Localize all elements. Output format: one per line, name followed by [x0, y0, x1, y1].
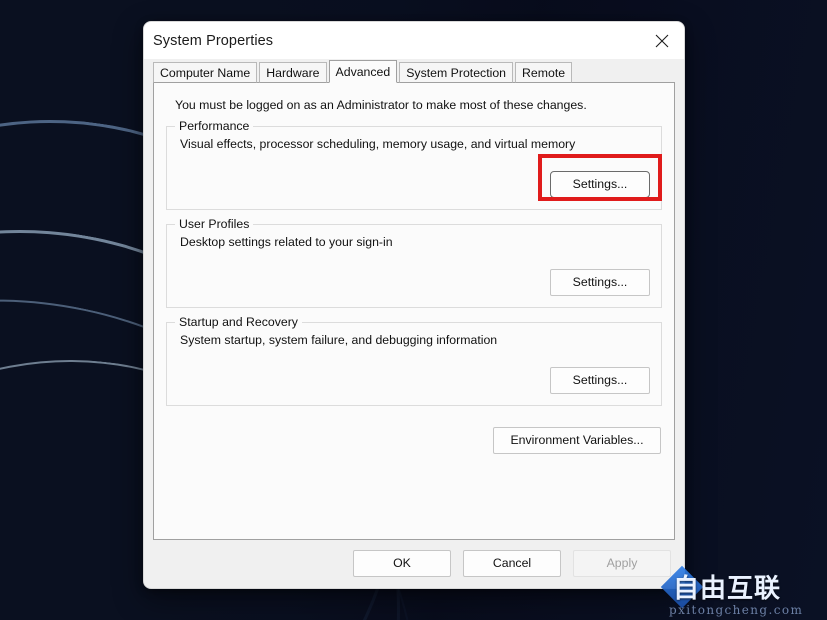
startup-recovery-settings-button[interactable]: Settings... — [550, 367, 650, 394]
close-icon[interactable] — [640, 22, 684, 59]
tab-remote[interactable]: Remote — [515, 62, 573, 83]
tab-advanced[interactable]: Advanced — [328, 60, 398, 83]
tab-hardware[interactable]: Hardware — [259, 62, 327, 83]
environment-variables-row: Environment Variables... — [166, 427, 662, 454]
tab-system-protection[interactable]: System Protection — [399, 62, 514, 83]
performance-button-row: Settings... — [178, 171, 650, 198]
user-profiles-button-row: Settings... — [178, 269, 650, 296]
startup-recovery-button-row: Settings... — [178, 367, 650, 394]
performance-settings-button[interactable]: Settings... — [550, 171, 650, 198]
administrator-note: You must be logged on as an Administrato… — [175, 98, 587, 112]
tab-computer-name[interactable]: Computer Name — [153, 62, 258, 83]
dialog-footer: OK Cancel Apply — [144, 540, 684, 587]
user-profiles-group: User Profiles Desktop settings related t… — [166, 217, 662, 308]
startup-recovery-group-label: Startup and Recovery — [175, 315, 302, 329]
apply-button[interactable]: Apply — [573, 550, 671, 577]
user-profiles-settings-button[interactable]: Settings... — [550, 269, 650, 296]
system-properties-dialog: System Properties Computer Name Hardware… — [143, 21, 685, 589]
environment-variables-button[interactable]: Environment Variables... — [493, 427, 661, 454]
desktop-background: System Properties Computer Name Hardware… — [0, 0, 827, 620]
startup-recovery-description: System startup, system failure, and debu… — [180, 333, 498, 347]
dialog-title: System Properties — [153, 32, 274, 49]
user-profiles-group-label: User Profiles — [175, 217, 254, 231]
performance-group-label: Performance — [175, 119, 254, 133]
user-profiles-description: Desktop settings related to your sign-in — [180, 235, 393, 249]
performance-description: Visual effects, processor scheduling, me… — [180, 137, 576, 151]
performance-group: Performance Visual effects, processor sc… — [166, 119, 662, 210]
startup-recovery-group: Startup and Recovery System startup, sys… — [166, 315, 662, 406]
dialog-titlebar: System Properties — [144, 22, 684, 60]
advanced-tab-panel: You must be logged on as an Administrato… — [153, 83, 675, 540]
tab-bar: Computer Name Hardware Advanced System P… — [144, 60, 684, 83]
cancel-button[interactable]: Cancel — [463, 550, 561, 577]
ok-button[interactable]: OK — [353, 550, 451, 577]
